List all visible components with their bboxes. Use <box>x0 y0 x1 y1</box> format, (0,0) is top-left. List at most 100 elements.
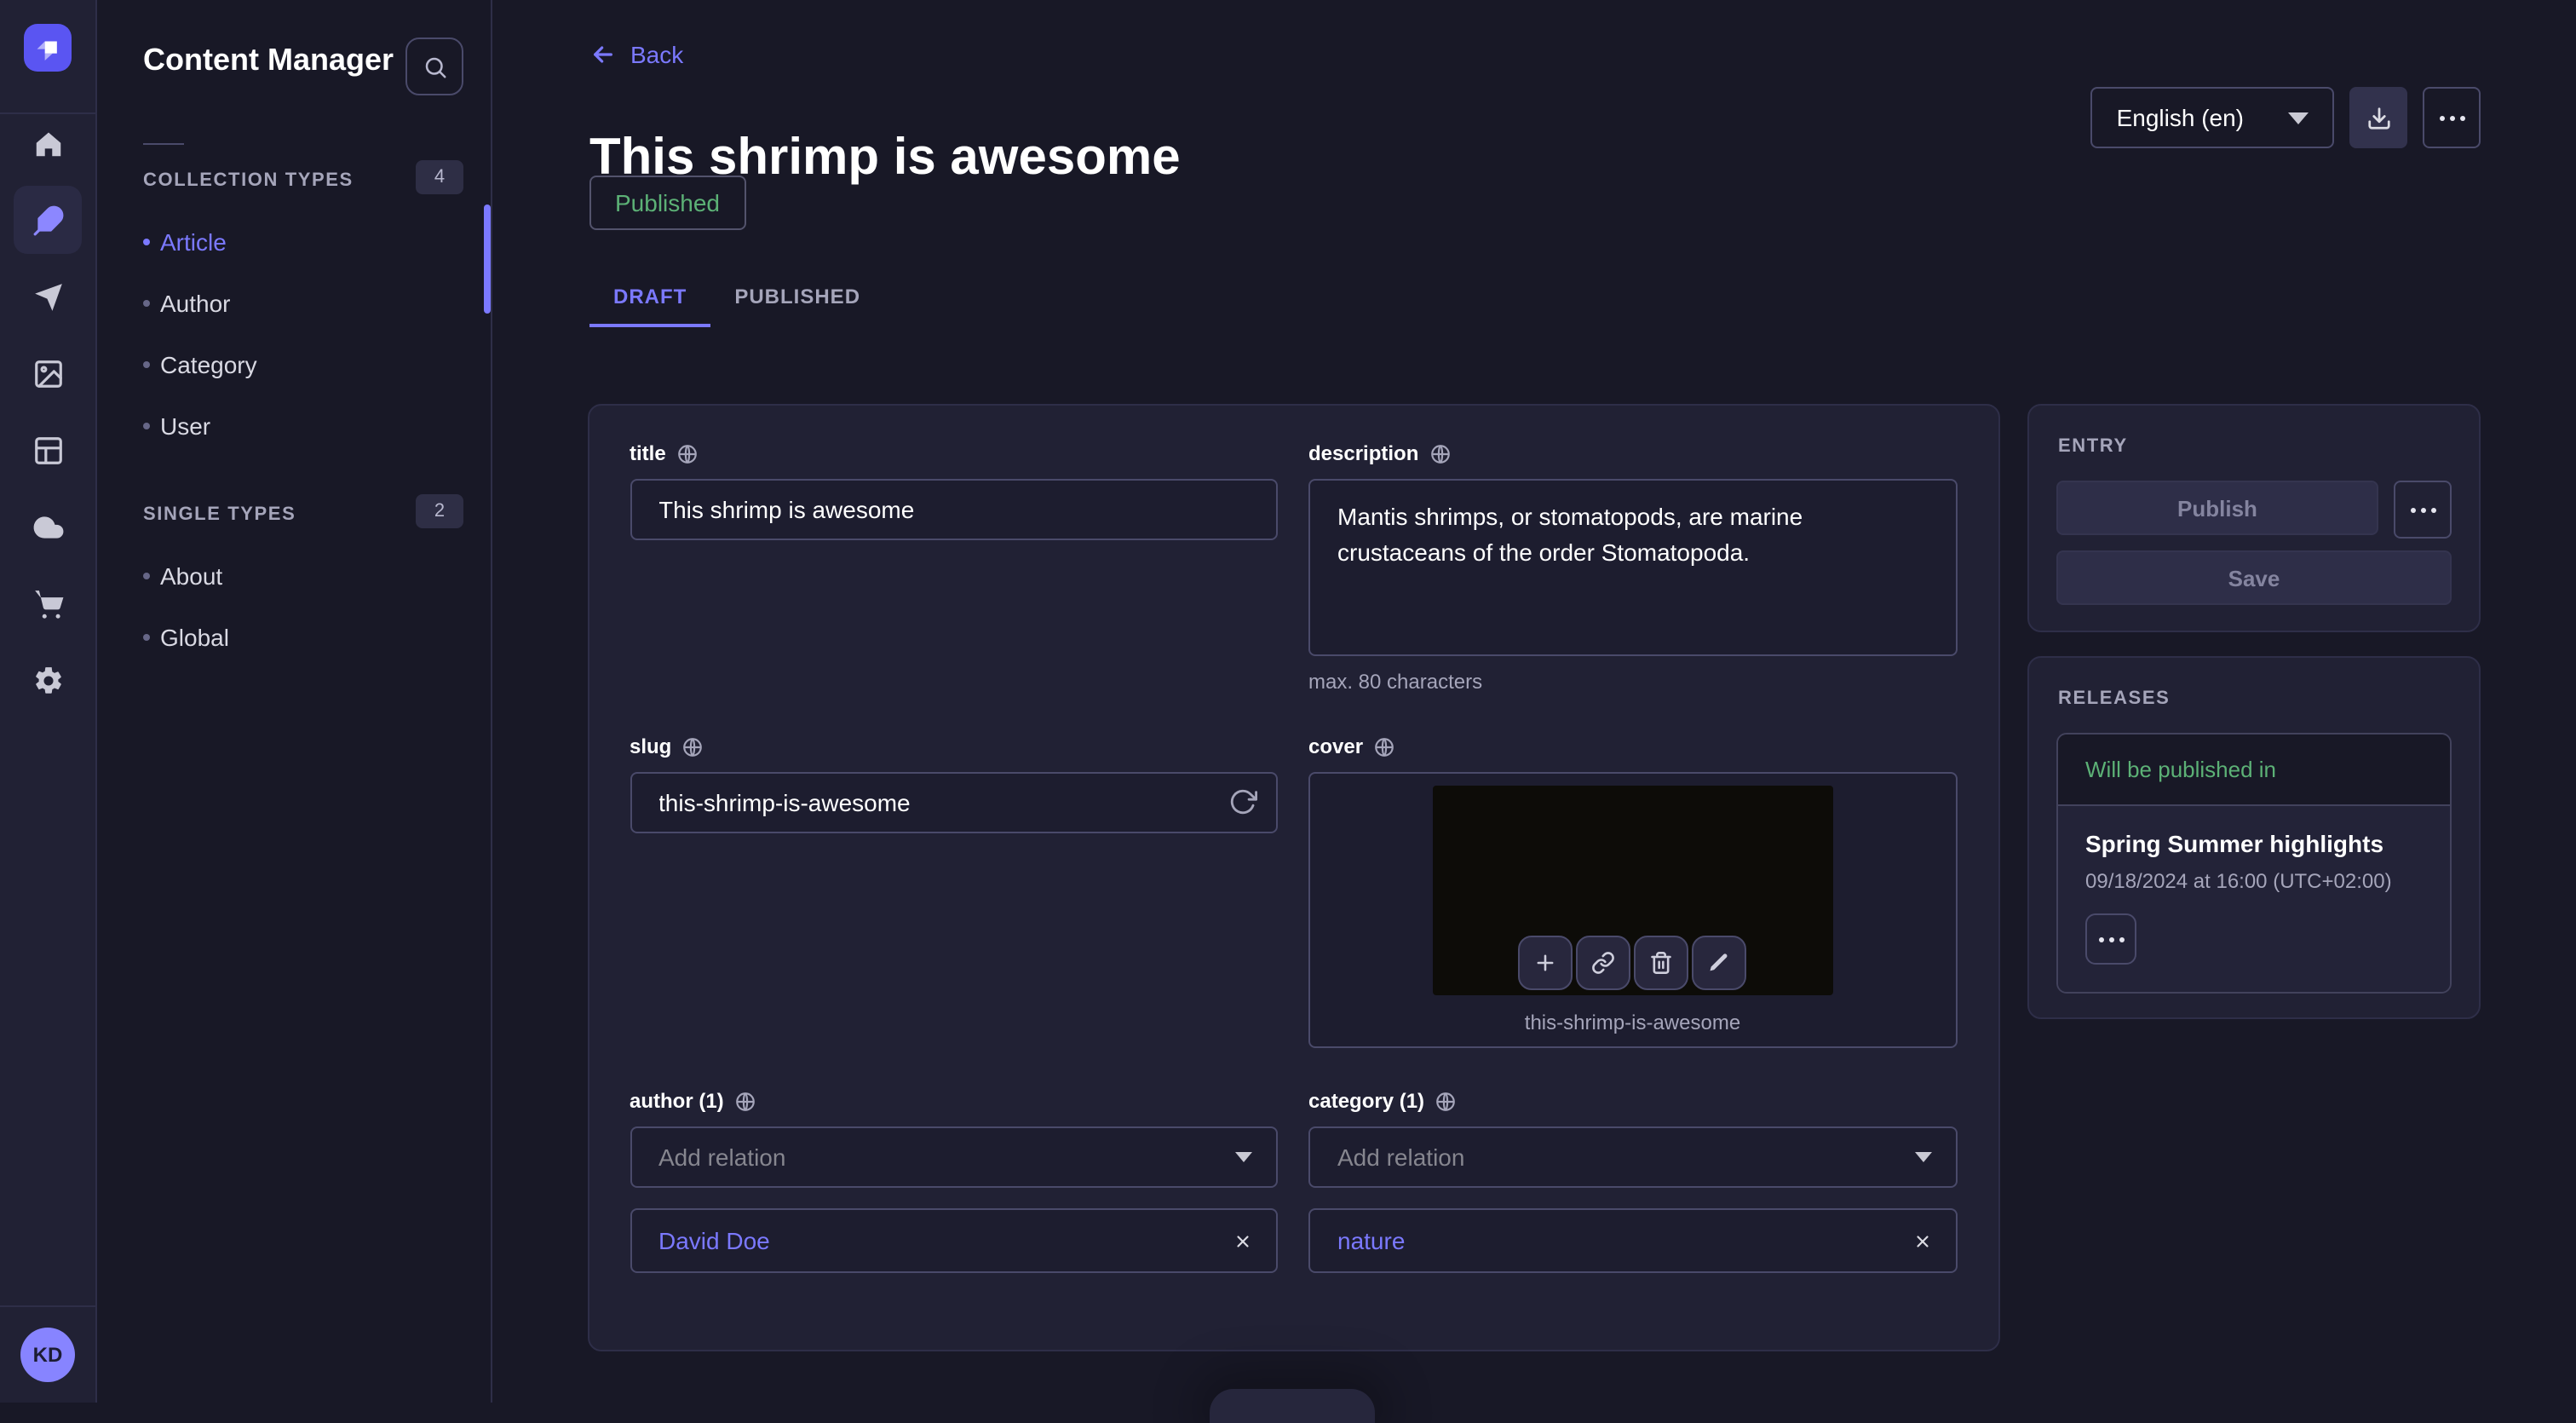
globe-icon <box>1435 1090 1457 1112</box>
cover-image-mantis-shrimp[interactable] <box>1433 786 1833 995</box>
download-icon <box>2366 105 2391 130</box>
avatar-initials: KD <box>33 1343 63 1367</box>
cover-caption: this-shrimp-is-awesome <box>1322 1011 1943 1034</box>
category-relation-item: nature <box>1308 1208 1957 1273</box>
sidebar-item-label: Global <box>160 624 229 651</box>
category-add-relation-combobox[interactable]: Add relation <box>1308 1126 1957 1188</box>
add-media-button[interactable] <box>1519 936 1573 990</box>
version-tabs: DRAFT PUBLISHED <box>589 269 884 327</box>
releases-panel-title: RELEASES <box>2058 688 2452 709</box>
author-relation-item: David Doe <box>630 1208 1278 1273</box>
sidebar-item-label: Category <box>160 351 257 378</box>
subnav-scrollbar-thumb[interactable] <box>484 205 491 314</box>
field-label-text: title <box>630 441 666 465</box>
copy-link-button[interactable] <box>1577 936 1631 990</box>
sidebar-item-category[interactable]: Category <box>97 334 491 395</box>
field-category-label-row: category (1) <box>1308 1089 1957 1113</box>
main-nav-rail: KD <box>0 0 97 1403</box>
ellipsis-icon <box>2098 936 2124 942</box>
sidebar-item-user[interactable]: User <box>97 395 491 457</box>
content-type-builder-layout-icon[interactable] <box>14 416 82 484</box>
header-more-button[interactable] <box>2423 87 2481 148</box>
field-cover: cover <box>1308 735 1957 1048</box>
cover-media-box: this-shrimp-is-awesome <box>1308 772 1957 1048</box>
refresh-icon <box>1228 787 1257 816</box>
paper-plane-icon[interactable] <box>14 262 82 331</box>
locale-select[interactable]: English (en) <box>2091 87 2334 148</box>
content-manager-feather-icon[interactable] <box>14 186 82 254</box>
save-button[interactable]: Save <box>2056 550 2452 605</box>
tab-draft[interactable]: DRAFT <box>589 269 710 327</box>
relation-link[interactable]: David Doe <box>658 1227 770 1254</box>
single-types-count-badge: 2 <box>416 494 463 528</box>
chevron-down-icon <box>1235 1152 1252 1162</box>
release-title[interactable]: Spring Summer highlights <box>2085 830 2423 857</box>
sidebar-item-article[interactable]: Article <box>97 211 491 273</box>
regenerate-slug-button[interactable] <box>1228 787 1257 816</box>
section-label-collection-types: COLLECTION TYPES <box>143 170 354 191</box>
bullet-icon <box>143 423 150 429</box>
entry-more-button[interactable] <box>2394 481 2452 539</box>
rail-divider-bottom <box>0 1305 95 1307</box>
settings-gear-icon[interactable] <box>14 646 82 714</box>
media-library-images-icon[interactable] <box>14 339 82 407</box>
close-icon <box>1912 1231 1931 1250</box>
sidebar-item-label: User <box>160 412 210 440</box>
author-add-relation-combobox[interactable]: Add relation <box>630 1126 1278 1188</box>
export-download-button[interactable] <box>2349 87 2407 148</box>
subnav-divider <box>143 143 184 145</box>
sidebar-item-global[interactable]: Global <box>97 607 491 668</box>
marketplace-cart-icon[interactable] <box>14 569 82 637</box>
user-avatar[interactable]: KD <box>20 1328 75 1382</box>
section-label-single-types: SINGLE TYPES <box>143 504 296 525</box>
back-link[interactable]: Back <box>589 41 683 68</box>
field-label-text: category (1) <box>1308 1089 1424 1113</box>
relation-link[interactable]: nature <box>1337 1227 1405 1254</box>
sidebar-item-label: Author <box>160 290 231 317</box>
release-card-body: Spring Summer highlights 09/18/2024 at 1… <box>2058 806 2450 992</box>
search-button[interactable] <box>405 37 463 95</box>
chevron-down-icon <box>1914 1152 1931 1162</box>
bullet-icon <box>143 634 150 641</box>
remove-relation-button[interactable] <box>1912 1231 1931 1250</box>
title-input[interactable] <box>630 479 1278 540</box>
globe-icon <box>1373 735 1395 758</box>
home-icon[interactable] <box>14 109 82 177</box>
header-actions: English (en) <box>2091 87 2481 148</box>
sidebar-item-about[interactable]: About <box>97 545 491 607</box>
bullet-icon <box>143 239 150 245</box>
sidebar-item-author[interactable]: Author <box>97 273 491 334</box>
back-label: Back <box>630 41 683 68</box>
subnav-title: Content Manager <box>143 43 394 78</box>
entry-panel-title: ENTRY <box>2058 436 2452 457</box>
field-author-label-row: author (1) <box>630 1089 1278 1113</box>
bottom-cutoff-button[interactable] <box>1210 1389 1375 1423</box>
description-textarea[interactable]: Mantis shrimps, or stomatopods, are mari… <box>1308 479 1957 656</box>
plus-icon <box>1534 951 1558 975</box>
field-title: title <box>630 441 1278 694</box>
strapi-logo[interactable] <box>24 24 72 72</box>
release-date: 09/18/2024 at 16:00 (UTC+02:00) <box>2085 869 2423 893</box>
field-label-text: description <box>1308 441 1418 465</box>
edit-media-button[interactable] <box>1693 936 1747 990</box>
search-icon <box>422 54 447 79</box>
field-slug: slug <box>630 735 1278 1048</box>
chevron-down-icon <box>2288 112 2309 124</box>
tab-published[interactable]: PUBLISHED <box>710 269 884 327</box>
remove-relation-button[interactable] <box>1233 1231 1252 1250</box>
combobox-placeholder: Add relation <box>658 1144 785 1171</box>
bullet-icon <box>143 300 150 307</box>
publish-button[interactable]: Publish <box>2056 481 2378 535</box>
slug-input[interactable] <box>630 772 1278 833</box>
globe-icon <box>734 1090 756 1112</box>
release-more-button[interactable] <box>2085 913 2136 965</box>
app-window: KD Content Manager COLLECTION TYPES 4 Ar… <box>0 0 2576 1403</box>
delete-media-button[interactable] <box>1635 936 1689 990</box>
cloud-icon[interactable] <box>14 493 82 561</box>
pencil-icon <box>1708 951 1732 975</box>
release-card-header: Will be published in <box>2058 735 2450 806</box>
status-badge: Published <box>589 176 745 230</box>
link-icon <box>1592 951 1616 975</box>
field-label-text: author (1) <box>630 1089 724 1113</box>
globe-icon <box>676 442 699 464</box>
